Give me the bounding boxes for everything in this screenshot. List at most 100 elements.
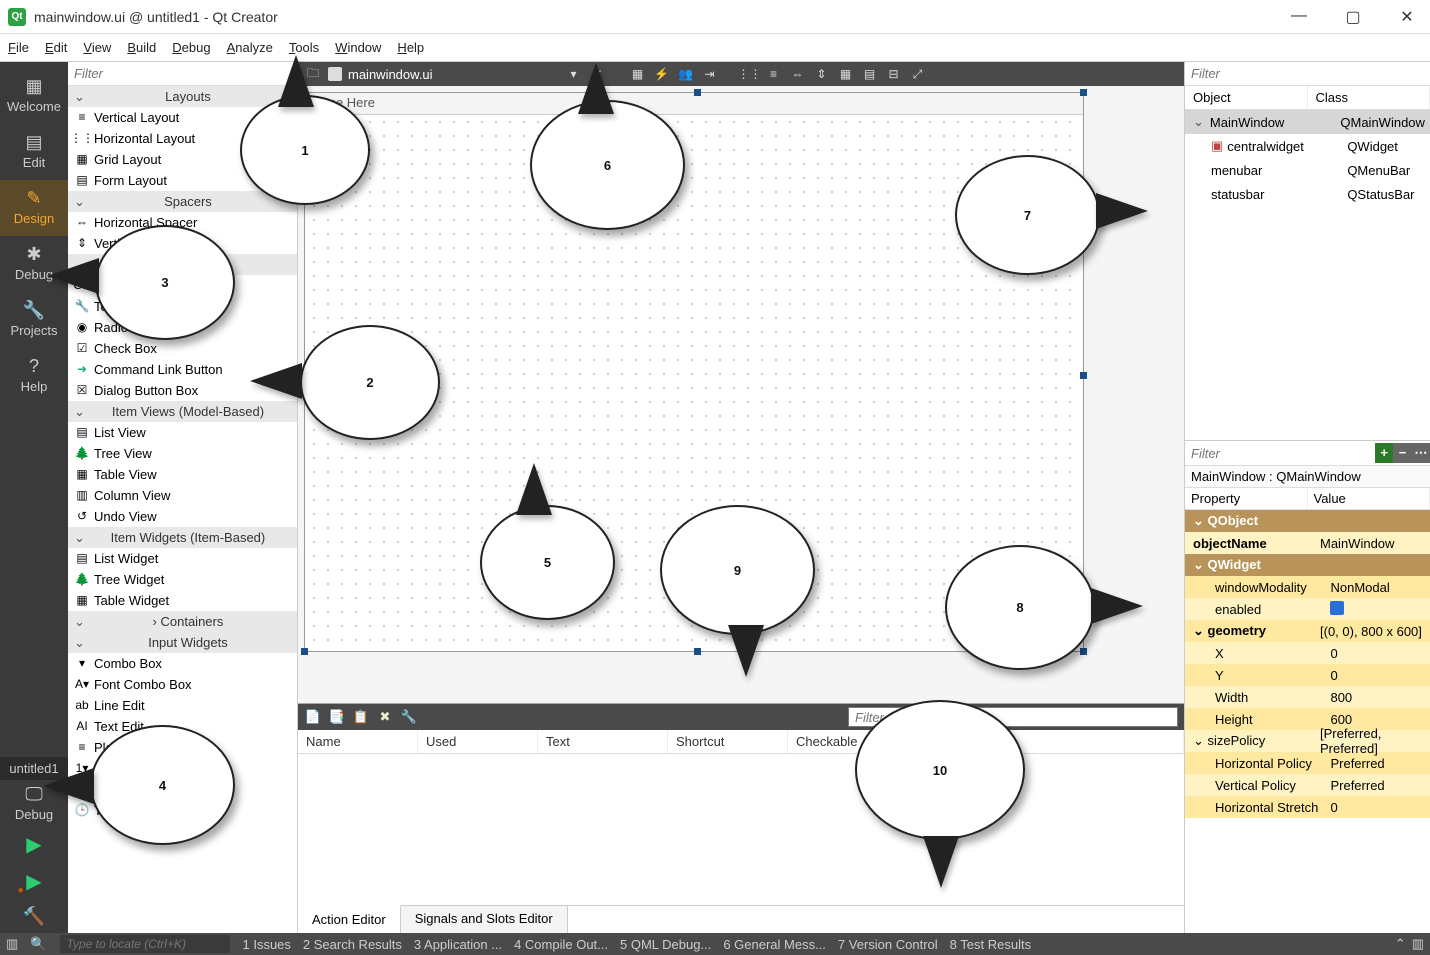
layout-grid-icon[interactable]: ▦ <box>837 65 855 83</box>
widget-list-widget[interactable]: ▤List Widget <box>68 548 297 569</box>
widgetbox-category-itemwidgets[interactable]: Item Widgets (Item-Based) <box>68 527 297 548</box>
pane-general-msgs[interactable]: 6 General Mess... <box>723 937 826 952</box>
prop-objectname[interactable]: objectNameMainWindow <box>1185 532 1430 554</box>
widget-text-edit[interactable]: AIText Edit <box>68 716 297 737</box>
widget-horizontal-spacer[interactable]: ⇔Horizontal Spacer <box>68 212 297 233</box>
menu-view[interactable]: View <box>83 40 111 55</box>
edit-widgets-icon[interactable]: ▦ <box>629 65 647 83</box>
configure-action-icon[interactable]: 🔧 <box>400 708 418 726</box>
menu-build[interactable]: Build <box>127 40 156 55</box>
widget-tool-button[interactable]: 🔧Tool Button <box>68 296 297 317</box>
form-menubar-placeholder[interactable]: Type Here <box>305 93 1083 115</box>
resize-handle[interactable] <box>1080 89 1087 96</box>
pane-test-results[interactable]: 8 Test Results <box>950 937 1031 952</box>
prop-menu-button[interactable]: ⋯ <box>1412 443 1430 463</box>
col-tooltip[interactable]: ToolTip <box>908 730 1184 753</box>
action-editor-body[interactable] <box>298 754 1184 905</box>
prop-enabled[interactable]: enabled <box>1185 598 1430 620</box>
prop-vpolicy[interactable]: Vertical PolicyPreferred <box>1185 774 1430 796</box>
menu-debug[interactable]: Debug <box>172 40 210 55</box>
widgetbox-category-itemviews[interactable]: Item Views (Model-Based) <box>68 401 297 422</box>
oi-col-class[interactable]: Class <box>1308 86 1430 109</box>
property-filter-input[interactable] <box>1185 446 1375 461</box>
checkbox-checked-icon[interactable] <box>1330 601 1344 615</box>
mode-design[interactable]: ✎Design <box>0 180 68 236</box>
widget-tree-view[interactable]: 🌲Tree View <box>68 443 297 464</box>
mode-debug[interactable]: ✱Debug <box>0 236 68 292</box>
object-row-centralwidget[interactable]: ▣ centralwidget QWidget <box>1185 134 1430 158</box>
menu-help[interactable]: Help <box>397 40 424 55</box>
run-button[interactable]: ▶ <box>26 826 41 863</box>
widgetbox-category-containers[interactable]: › Containers <box>68 611 297 632</box>
menu-edit[interactable]: Edit <box>45 40 67 55</box>
layout-v-icon[interactable]: ≡ <box>765 65 783 83</box>
new-action-icon[interactable]: 📄 <box>304 708 322 726</box>
prop-geometry-y[interactable]: Y0 <box>1185 664 1430 686</box>
close-doc-icon[interactable]: ✕ <box>589 65 607 83</box>
minimize-button[interactable]: — <box>1284 7 1314 27</box>
remove-dynamic-prop-button[interactable]: − <box>1393 443 1411 463</box>
col-checkable[interactable]: Checkable <box>788 730 908 753</box>
widget-push-button[interactable]: OKPush Button <box>68 275 297 296</box>
copy-action-icon[interactable]: 📑 <box>328 708 346 726</box>
dropdown-icon[interactable]: ▾ <box>565 65 583 83</box>
chevron-down-icon[interactable]: ⌄ <box>1193 114 1204 130</box>
resize-handle[interactable] <box>1080 372 1087 379</box>
object-inspector-filter-input[interactable] <box>1185 62 1430 86</box>
widgetbox-category-buttons[interactable]: Buttons <box>68 254 297 275</box>
widget-dialog-button-box[interactable]: ☒Dialog Button Box <box>68 380 297 401</box>
layout-h-icon[interactable]: ⋮⋮ <box>741 65 759 83</box>
tab-action-editor[interactable]: Action Editor <box>298 905 401 933</box>
menu-tools[interactable]: Tools <box>289 40 319 55</box>
widget-double-spin-box[interactable]: 1.▾Double Spin Box <box>68 779 297 800</box>
object-row-statusbar[interactable]: statusbar QStatusBar <box>1185 182 1430 206</box>
col-shortcut[interactable]: Shortcut <box>668 730 788 753</box>
widget-form-layout[interactable]: ▤Form Layout <box>68 170 297 191</box>
widget-column-view[interactable]: ▥Column View <box>68 485 297 506</box>
prop-sizepolicy[interactable]: sizePolicy[Preferred, Preferred] <box>1185 730 1430 752</box>
open-file-name[interactable]: mainwindow.ui <box>348 67 433 82</box>
layout-hsplit-icon[interactable]: ⇔ <box>789 65 807 83</box>
delete-action-icon[interactable]: ✖ <box>376 708 394 726</box>
prop-geometry-width[interactable]: Width800 <box>1185 686 1430 708</box>
col-text[interactable]: Text <box>538 730 668 753</box>
widget-time-edit[interactable]: 🕒Time Edit <box>68 800 297 821</box>
oi-col-object[interactable]: Object <box>1185 86 1308 109</box>
pane-search-results[interactable]: 2 Search Results <box>303 937 402 952</box>
right-sidebar-toggle-icon[interactable]: ▥ <box>1412 936 1424 952</box>
widgetbox-category-spacers[interactable]: Spacers <box>68 191 297 212</box>
action-filter-input[interactable] <box>848 707 1178 727</box>
widget-horizontal-layout[interactable]: ⋮⋮Horizontal Layout <box>68 128 297 149</box>
maximize-button[interactable]: ▢ <box>1338 7 1368 27</box>
prop-windowmodality[interactable]: windowModalityNonModal <box>1185 576 1430 598</box>
widget-spin-box[interactable]: 1▾Spin Box <box>68 758 297 779</box>
widgetbox-filter-input[interactable] <box>68 62 297 86</box>
prop-section-qwidget[interactable]: QWidget <box>1185 554 1430 576</box>
prop-geometry-x[interactable]: X0 <box>1185 642 1430 664</box>
close-button[interactable]: ✕ <box>1392 7 1422 27</box>
mode-welcome[interactable]: ▦Welcome <box>0 68 68 124</box>
widget-undo-view[interactable]: ↺Undo View <box>68 506 297 527</box>
form-canvas[interactable]: Type Here <box>304 92 1084 652</box>
paste-action-icon[interactable]: 📋 <box>352 708 370 726</box>
widget-command-link-button[interactable]: ➜Command Link Button <box>68 359 297 380</box>
form-canvas-area[interactable]: Type Here <box>298 86 1184 703</box>
kit-selector[interactable]: 🖵Debug <box>0 780 68 826</box>
menu-analyze[interactable]: Analyze <box>227 40 273 55</box>
widget-vertical-spacer[interactable]: ⇕Vertical Spacer <box>68 233 297 254</box>
resize-handle[interactable] <box>694 648 701 655</box>
widget-line-edit[interactable]: abLine Edit <box>68 695 297 716</box>
adjust-size-icon[interactable]: ⤢ <box>909 65 927 83</box>
edit-signals-icon[interactable]: ⚡ <box>653 65 671 83</box>
widget-radio-button[interactable]: ◉Radio Button <box>68 317 297 338</box>
edit-buddies-icon[interactable]: 👥 <box>677 65 695 83</box>
add-dynamic-prop-button[interactable]: + <box>1375 443 1393 463</box>
locator-input[interactable] <box>60 935 230 953</box>
pane-compile-output[interactable]: 4 Compile Out... <box>514 937 608 952</box>
widget-combo-box[interactable]: ▾Combo Box <box>68 653 297 674</box>
resize-handle[interactable] <box>301 89 308 96</box>
mode-help[interactable]: ?Help <box>0 348 68 404</box>
col-name[interactable]: Name <box>298 730 418 753</box>
widget-list-view[interactable]: ▤List View <box>68 422 297 443</box>
output-up-icon[interactable]: ⌃ <box>1395 936 1406 952</box>
